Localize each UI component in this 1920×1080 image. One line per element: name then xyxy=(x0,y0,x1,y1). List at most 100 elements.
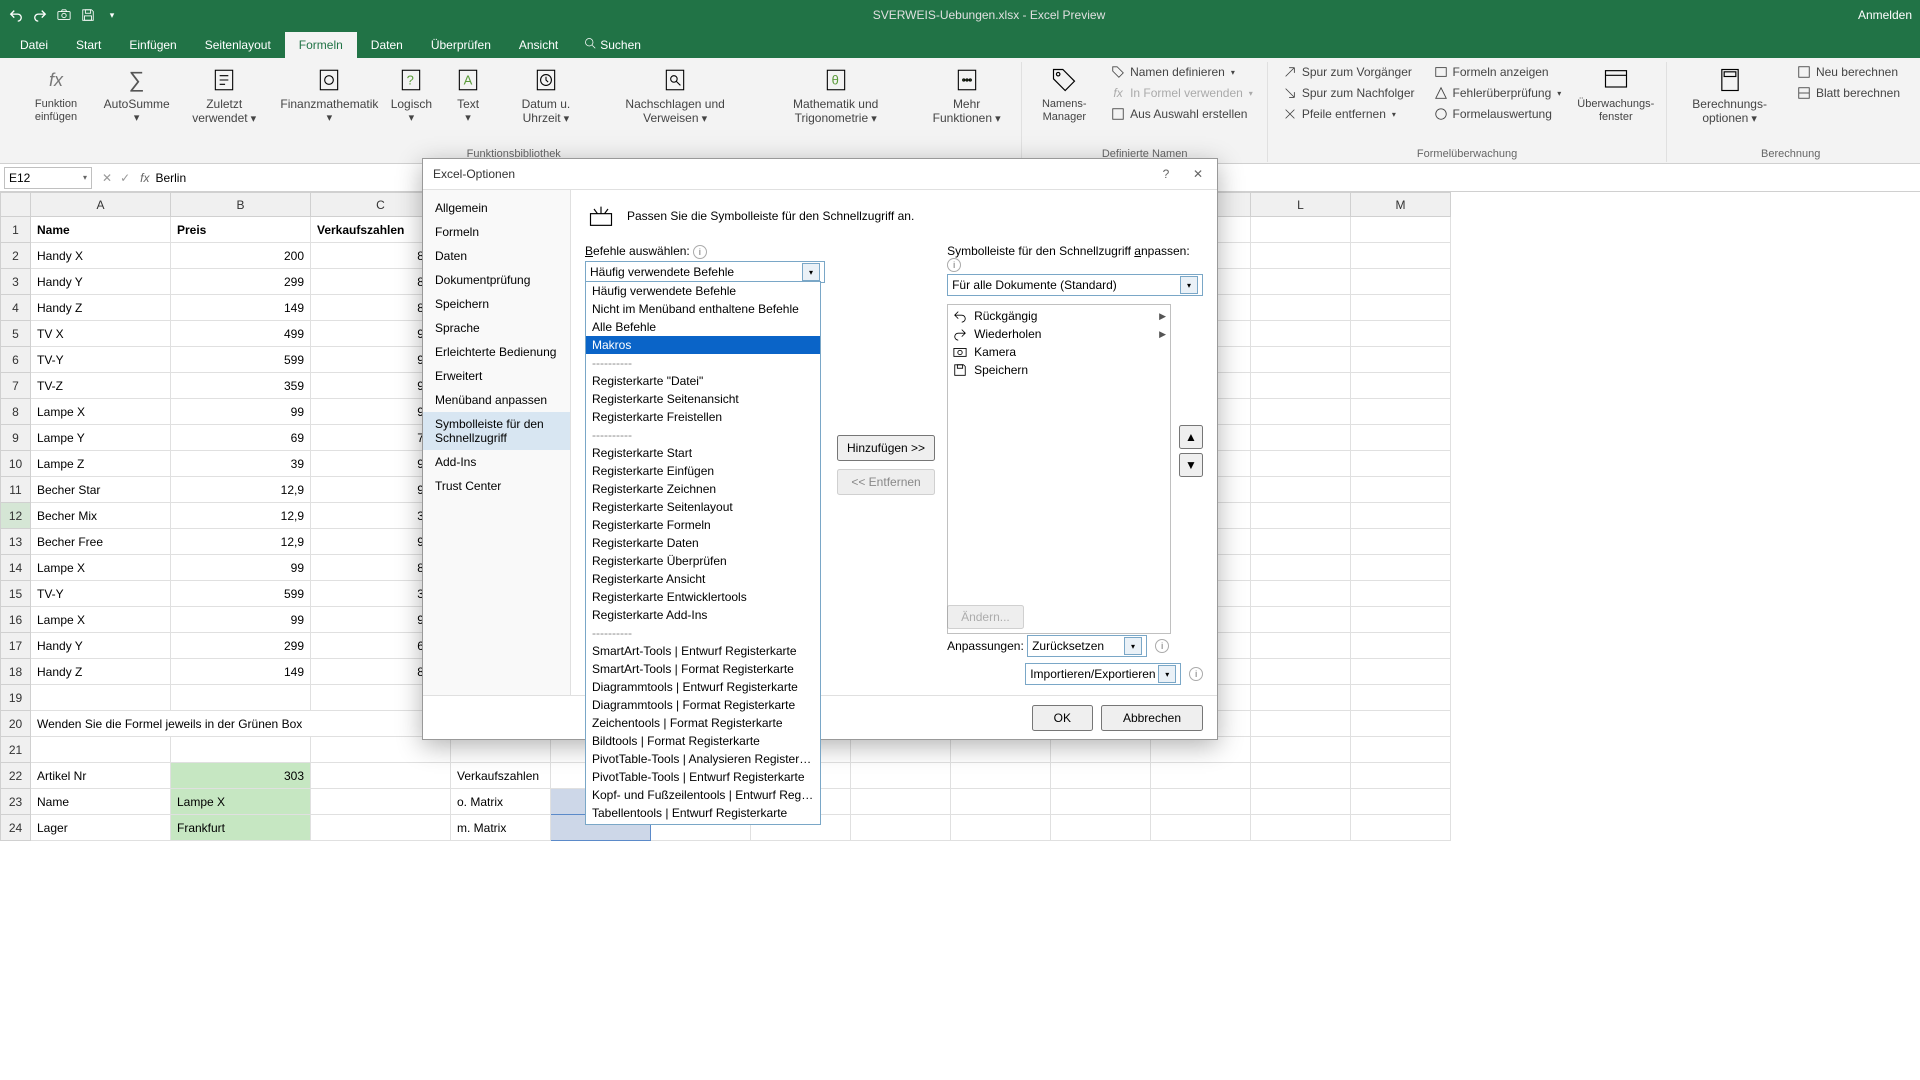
dropdown-item[interactable]: Registerkarte Ansicht xyxy=(586,570,820,588)
datetime-button[interactable]: Datum u. Uhrzeit ▾ xyxy=(499,62,593,128)
text-button[interactable]: AText▾ xyxy=(443,62,493,127)
options-nav-item[interactable]: Symbolleiste für den Schnellzugriff xyxy=(423,412,570,450)
cell[interactable]: Becher Mix xyxy=(31,503,171,529)
import-export-combo[interactable]: Importieren/Exportieren▾ xyxy=(1025,663,1181,685)
cell[interactable]: Artikel Nr xyxy=(31,763,171,789)
select-all-corner[interactable] xyxy=(1,193,31,217)
row-header[interactable]: 20 xyxy=(1,711,31,737)
name-manager-button[interactable]: Namens-Manager xyxy=(1030,62,1098,126)
cell[interactable] xyxy=(1251,373,1351,399)
cell[interactable] xyxy=(1351,399,1451,425)
row-header[interactable]: 12 xyxy=(1,503,31,529)
cell[interactable]: Lampe X xyxy=(31,399,171,425)
dropdown-item[interactable]: Diagrammtools | Entwurf Registerkarte xyxy=(586,678,820,696)
cell[interactable] xyxy=(1351,451,1451,477)
cell[interactable] xyxy=(1251,451,1351,477)
cell[interactable]: 299 xyxy=(171,269,311,295)
fx-icon[interactable]: fx xyxy=(140,171,149,185)
cell[interactable] xyxy=(1351,659,1451,685)
cell[interactable] xyxy=(171,737,311,763)
options-nav-item[interactable]: Dokumentprüfung xyxy=(423,268,570,292)
signin-link[interactable]: Anmelden xyxy=(1858,8,1912,22)
cell[interactable] xyxy=(1251,243,1351,269)
cell[interactable]: TV X xyxy=(31,321,171,347)
options-nav-item[interactable]: Allgemein xyxy=(423,196,570,220)
cell[interactable] xyxy=(1351,269,1451,295)
cell[interactable] xyxy=(851,763,951,789)
cell[interactable] xyxy=(1251,633,1351,659)
row-header[interactable]: 3 xyxy=(1,269,31,295)
cell[interactable]: Lampe X xyxy=(31,607,171,633)
cell[interactable] xyxy=(1351,321,1451,347)
row-header[interactable]: 7 xyxy=(1,373,31,399)
cell[interactable] xyxy=(951,763,1051,789)
qat-list-item[interactable]: Speichern xyxy=(950,361,1168,379)
qat-list-item[interactable]: Kamera xyxy=(950,343,1168,361)
cell[interactable] xyxy=(1351,711,1451,737)
row-header[interactable]: 17 xyxy=(1,633,31,659)
cell[interactable]: Wenden Sie die Formel jeweils in der Grü… xyxy=(31,711,451,737)
dropdown-item[interactable]: Diagrammtools | Format Registerkarte xyxy=(586,696,820,714)
dropdown-item[interactable]: SmartArt-Tools | Entwurf Registerkarte xyxy=(586,642,820,660)
cell[interactable]: 359 xyxy=(171,373,311,399)
qat-customize-icon[interactable]: ▾ xyxy=(104,7,120,23)
accept-icon[interactable]: ✓ xyxy=(120,171,130,185)
calc-sheet-button[interactable]: Blatt berechnen xyxy=(1790,83,1906,103)
cell[interactable] xyxy=(851,737,951,763)
cell[interactable]: Handy X xyxy=(31,243,171,269)
options-nav-item[interactable]: Daten xyxy=(423,244,570,268)
autosum-button[interactable]: ∑AutoSumme▾ xyxy=(104,62,169,127)
dropdown-item[interactable]: ---------- xyxy=(586,354,820,372)
name-box[interactable]: E12▾ xyxy=(4,167,92,189)
cell[interactable]: Lampe Y xyxy=(31,425,171,451)
qat-list-item[interactable]: Wiederholen▶ xyxy=(950,325,1168,343)
dropdown-item[interactable]: Registerkarte Entwicklertools xyxy=(586,588,820,606)
tab-datei[interactable]: Datei xyxy=(6,32,62,58)
cell[interactable] xyxy=(1351,737,1451,763)
cell[interactable]: 12,9 xyxy=(171,477,311,503)
cell[interactable]: 69 xyxy=(171,425,311,451)
row-header[interactable]: 1 xyxy=(1,217,31,243)
define-name-button[interactable]: Namen definieren▾ xyxy=(1104,62,1259,82)
math-button[interactable]: θMathematik und Trigonometrie ▾ xyxy=(758,62,914,128)
remove-arrows-button[interactable]: Pfeile entfernen▾ xyxy=(1276,104,1421,124)
row-header[interactable]: 4 xyxy=(1,295,31,321)
cell[interactable] xyxy=(1351,581,1451,607)
trace-dependents-button[interactable]: Spur zum Nachfolger xyxy=(1276,83,1421,103)
cell[interactable]: Lampe Z xyxy=(31,451,171,477)
tab-ueberpruefen[interactable]: Überprüfen xyxy=(417,32,505,58)
dropdown-item[interactable]: Registerkarte Seitenansicht xyxy=(586,390,820,408)
help-icon[interactable]: ? xyxy=(1157,167,1175,181)
cell[interactable] xyxy=(311,763,451,789)
row-header[interactable]: 5 xyxy=(1,321,31,347)
dropdown-item[interactable]: Makros xyxy=(586,336,820,354)
cell[interactable]: 149 xyxy=(171,659,311,685)
cell[interactable]: 599 xyxy=(171,347,311,373)
cell[interactable]: Handy Z xyxy=(31,659,171,685)
dropdown-item[interactable]: PivotTable-Tools | Analysieren Registerk… xyxy=(586,750,820,768)
cell[interactable]: Handy Y xyxy=(31,633,171,659)
watch-window-button[interactable]: Überwachungs-fenster xyxy=(1573,62,1658,126)
cell[interactable] xyxy=(1351,555,1451,581)
cell[interactable] xyxy=(1051,763,1151,789)
cell[interactable]: Lampe X xyxy=(31,555,171,581)
cell[interactable]: 12,9 xyxy=(171,529,311,555)
options-nav-item[interactable]: Erleichterte Bedienung xyxy=(423,340,570,364)
cancel-button[interactable]: Abbrechen xyxy=(1101,705,1203,731)
cancel-icon[interactable]: ✕ xyxy=(102,171,112,185)
cell[interactable] xyxy=(1251,659,1351,685)
row-header[interactable]: 10 xyxy=(1,451,31,477)
cell[interactable] xyxy=(1351,243,1451,269)
cell[interactable] xyxy=(1351,347,1451,373)
insert-function-button[interactable]: fxFunktion einfügen xyxy=(14,62,98,126)
cell[interactable] xyxy=(951,789,1051,815)
cell[interactable]: 149 xyxy=(171,295,311,321)
row-header[interactable]: 18 xyxy=(1,659,31,685)
cell[interactable] xyxy=(1351,633,1451,659)
create-from-selection-button[interactable]: Aus Auswahl erstellen xyxy=(1104,104,1259,124)
dropdown-item[interactable]: ---------- xyxy=(586,624,820,642)
add-button[interactable]: Hinzufügen >> xyxy=(837,435,935,461)
dropdown-item[interactable]: Nicht im Menüband enthaltene Befehle xyxy=(586,300,820,318)
cell[interactable] xyxy=(1351,789,1451,815)
cell[interactable] xyxy=(1151,789,1251,815)
